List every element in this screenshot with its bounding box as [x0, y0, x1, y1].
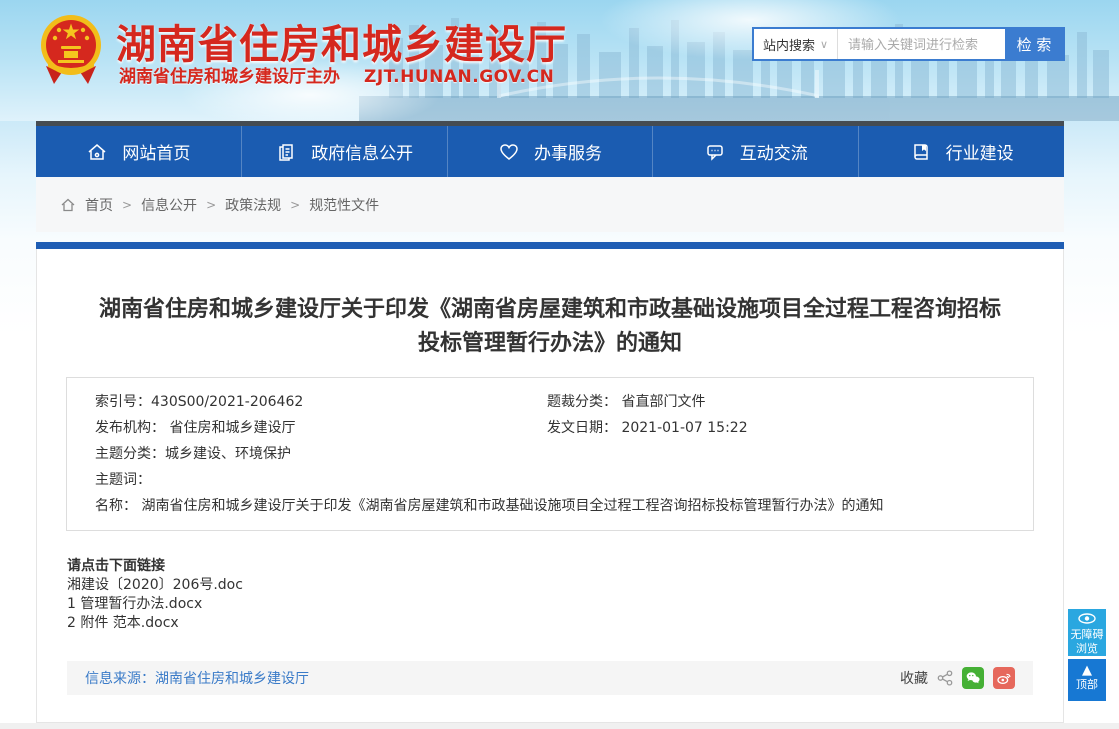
breadcrumb-item-normative-docs[interactable]: 规范性文件: [309, 195, 379, 215]
meta-genre: 题裁分类： 省直部门文件: [547, 389, 1023, 415]
site-search-bar: 站内搜索 ∨ 检 索: [752, 27, 1065, 61]
national-emblem-logo: [38, 10, 104, 88]
arrow-up-icon: ▲: [1068, 663, 1106, 678]
meta-name-value: 湖南省住房和城乡建设厅关于印发《湖南省房屋建筑和市政基础设施项目全过程工程咨询招…: [141, 498, 883, 514]
meta-agency: 发布机构： 省住房和城乡建设厅: [95, 415, 547, 441]
document-meta-table: 索引号：430S00/2021-206462 题裁分类： 省直部门文件 发布机构…: [66, 377, 1034, 531]
nav-item-label: 互动交流: [740, 139, 808, 164]
meta-row: 索引号：430S00/2021-206462 题裁分类： 省直部门文件: [95, 389, 1023, 415]
meta-genre-label: 题裁分类：: [547, 394, 617, 410]
meta-row: 主题分类：城乡建设、环境保护: [95, 441, 1023, 467]
chevron-down-icon: ∨: [820, 38, 828, 51]
meta-genre-value: 省直部门文件: [621, 394, 705, 410]
meta-keywords: 主题词：: [95, 467, 151, 493]
meta-row: 名称： 湖南省住房和城乡建设厅关于印发《湖南省房屋建筑和市政基础设施项目全过程工…: [95, 493, 1023, 519]
nav-item-label: 办事服务: [534, 139, 602, 164]
meta-name: 名称： 湖南省住房和城乡建设厅关于印发《湖南省房屋建筑和市政基础设施项目全过程工…: [95, 493, 883, 519]
back-to-top-label: 顶部: [1068, 678, 1106, 692]
nav-item-services[interactable]: 办事服务: [448, 126, 654, 177]
weibo-share-icon[interactable]: [993, 667, 1015, 689]
document-icon: [275, 141, 297, 163]
attachment-link-template[interactable]: 2 附件 范本.docx: [67, 614, 1063, 633]
favorite-button[interactable]: 收藏: [900, 668, 928, 688]
page-title: 湖南省住房和城乡建设厅关于印发《湖南省房屋建筑和市政基础设施项目全过程工程咨询招…: [93, 293, 1007, 361]
search-scope-dropdown[interactable]: 站内搜索 ∨: [754, 29, 838, 59]
meta-date-label: 发文日期：: [547, 420, 617, 436]
site-url: ZJT.HUNAN.GOV.CN: [364, 67, 554, 87]
meta-date: 发文日期： 2021-01-07 15:22: [547, 415, 1023, 441]
site-subtitle: 湖南省住房和城乡建设厅主办 ZJT.HUNAN.GOV.CN: [119, 62, 554, 87]
search-button[interactable]: 检 索: [1005, 29, 1063, 59]
main-nav: 网站首页 政府信息公开 办事服务 互动交流 行业建设: [36, 121, 1064, 177]
eye-icon: [1078, 613, 1096, 624]
meta-topic-value: 城乡建设、环境保护: [165, 446, 291, 462]
meta-topic-label: 主题分类：: [95, 446, 165, 462]
meta-date-value: 2021-01-07 15:22: [621, 420, 747, 436]
meta-row: 发布机构： 省住房和城乡建设厅 发文日期： 2021-01-07 15:22: [95, 415, 1023, 441]
breadcrumb-item-home[interactable]: 首页: [85, 195, 113, 215]
chat-icon: [704, 141, 726, 163]
breadcrumb: 首页 > 信息公开 > 政策法规 > 规范性文件: [36, 177, 1064, 232]
source-bar: 信息来源：湖南省住房和城乡建设厅 收藏: [67, 661, 1033, 695]
share-group: 收藏: [900, 667, 1015, 689]
nav-item-label: 政府信息公开: [311, 139, 413, 164]
source-value: 湖南省住房和城乡建设厅: [155, 671, 309, 687]
meta-index-label: 索引号：: [95, 394, 151, 410]
home-icon: [60, 197, 76, 213]
site-header: 湖南省住房和城乡建设厅 湖南省住房和城乡建设厅主办ZJT.HUNAN.GOV.C…: [0, 0, 1119, 121]
wechat-share-icon[interactable]: [962, 667, 984, 689]
home-icon: [86, 141, 108, 163]
links-heading: 请点击下面链接: [67, 557, 1063, 576]
meta-index: 索引号：430S00/2021-206462: [95, 389, 547, 415]
meta-topic: 主题分类：城乡建设、环境保护: [95, 441, 291, 467]
attachment-links: 请点击下面链接 湘建设〔2020〕206号.doc 1 管理暂行办法.docx …: [67, 557, 1063, 633]
book-icon: [910, 141, 932, 163]
nav-item-label: 网站首页: [122, 139, 190, 164]
page: 湖南省住房和城乡建设厅 湖南省住房和城乡建设厅主办 ZJT.HUNAN.GOV.C…: [0, 0, 1119, 729]
nav-item-label: 行业建设: [946, 139, 1014, 164]
nav-item-home[interactable]: 网站首页: [36, 126, 242, 177]
nav-item-interaction[interactable]: 互动交流: [653, 126, 859, 177]
meta-agency-value: 省住房和城乡建设厅: [169, 420, 295, 436]
search-input[interactable]: [838, 29, 1005, 59]
source-label-text: 信息来源：: [85, 671, 155, 687]
share-icon[interactable]: [937, 670, 953, 686]
breadcrumb-separator: >: [206, 198, 216, 212]
breadcrumb-item-info[interactable]: 信息公开: [141, 195, 197, 215]
meta-name-label: 名称：: [95, 498, 137, 514]
accent-divider-bar: [36, 242, 1064, 249]
breadcrumb-separator: >: [122, 198, 132, 212]
heart-icon: [498, 141, 520, 163]
meta-keywords-label: 主题词：: [95, 472, 151, 488]
meta-row: 主题词：: [95, 467, 1023, 493]
accessibility-label-line1: 无障碍: [1068, 628, 1106, 642]
nav-item-gov-info[interactable]: 政府信息公开: [242, 126, 448, 177]
back-to-top-button[interactable]: ▲ 顶部: [1068, 659, 1106, 701]
attachment-link-doc[interactable]: 湘建设〔2020〕206号.doc: [67, 576, 1063, 595]
accessibility-browse-button[interactable]: 无障碍 浏览: [1068, 609, 1106, 656]
accessibility-label-line2: 浏览: [1068, 642, 1106, 656]
breadcrumb-item-policy[interactable]: 政策法规: [225, 195, 281, 215]
footer-strip: [0, 723, 1119, 729]
meta-agency-label: 发布机构：: [95, 420, 165, 436]
search-scope-label: 站内搜索: [763, 35, 815, 54]
meta-index-value: 430S00/2021-206462: [151, 394, 303, 410]
nav-item-industry[interactable]: 行业建设: [859, 126, 1064, 177]
source-label: 信息来源：湖南省住房和城乡建设厅: [85, 668, 309, 688]
article-card: 湖南省住房和城乡建设厅关于印发《湖南省房屋建筑和市政基础设施项目全过程工程咨询招…: [36, 249, 1064, 723]
site-subtitle-text: 湖南省住房和城乡建设厅主办: [119, 67, 340, 87]
breadcrumb-separator: >: [290, 198, 300, 212]
attachment-link-measures[interactable]: 1 管理暂行办法.docx: [67, 595, 1063, 614]
